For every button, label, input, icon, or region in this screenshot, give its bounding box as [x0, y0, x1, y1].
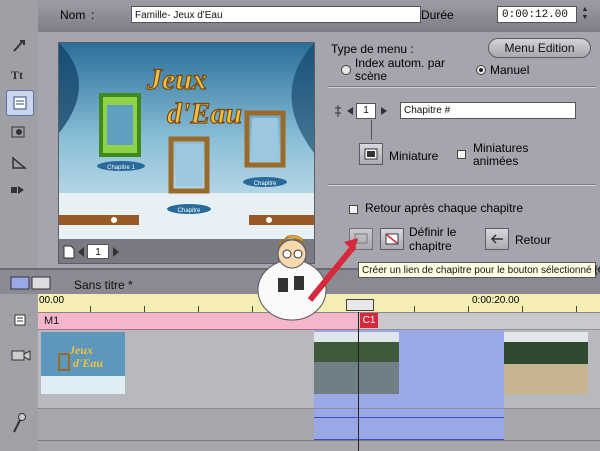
menu-marker-label: M1 — [44, 315, 60, 327]
chapter-button-3[interactable]: Chapitre — [254, 181, 277, 187]
return-label: Retour — [515, 233, 552, 247]
playhead-line — [358, 312, 359, 451]
video-clip-thumbnail-2[interactable] — [504, 332, 588, 394]
audio-track — [38, 409, 600, 451]
animated-thumbnails-label: Miniatures animées — [473, 141, 529, 168]
chapter-button-1[interactable]: Chapitre 1 — [107, 165, 135, 171]
thumbnail-icon — [364, 148, 378, 160]
microphone-icon[interactable] — [10, 412, 28, 434]
menu-thumbnail[interactable]: Jeux d'Eau — [41, 332, 125, 394]
chapter-marker[interactable]: C1 — [360, 313, 378, 328]
preview-title-line2: d'Eau — [167, 97, 242, 130]
thumbnail-label: Miniature — [389, 149, 439, 163]
return-icon — [490, 234, 503, 244]
project-title: Sans titre * — [74, 278, 133, 292]
header-bar: Nom : Famille- Jeux d'Eau Durée 0:00:12.… — [38, 0, 600, 33]
timeline-view-icon[interactable] — [10, 274, 52, 292]
define-chapter-label: Définir le chapitre — [409, 225, 457, 253]
tool-sidebar: Tt — [0, 0, 39, 268]
menu-preview-image: Jeux d'Eau Chapitre 1 Chapitre Chapitre — [59, 43, 314, 239]
return-after-label: Retour après chaque chapitre — [365, 201, 524, 215]
animated-thumbnails-checkbox[interactable] — [457, 150, 466, 159]
video-clip-thumbnail-1[interactable] — [314, 332, 399, 394]
page-icon — [63, 245, 75, 259]
menu-tool-icon[interactable] — [6, 90, 34, 116]
return-button[interactable] — [485, 228, 509, 250]
chapter-number-field[interactable]: 1 — [356, 103, 376, 119]
storyboard-icon[interactable] — [14, 314, 26, 326]
svg-text:Tt: Tt — [11, 68, 23, 82]
audio-clip[interactable] — [314, 409, 504, 440]
page-number-field[interactable]: 1 — [87, 244, 109, 259]
radio-manual[interactable] — [476, 65, 486, 75]
radio-auto-index-label: Index autom. par scène — [355, 56, 446, 83]
radio-auto-index[interactable] — [341, 65, 351, 75]
name-field[interactable]: Famille- Jeux d'Eau — [131, 6, 421, 23]
thumbnail-button[interactable] — [359, 143, 383, 165]
tooltip: Créer un lien de chapitre pour le bouton… — [358, 262, 600, 278]
transitions-tool-icon[interactable] — [6, 150, 32, 174]
video-track: Jeux d'Eau — [38, 330, 600, 408]
prev-chapter-icon[interactable] — [346, 106, 354, 116]
next-chapter-icon[interactable] — [380, 106, 388, 116]
define-chapter-button[interactable] — [380, 228, 404, 250]
menu-type-label: Type de menu : — [331, 42, 414, 56]
camera-icon[interactable] — [10, 346, 32, 364]
duration-label: Durée — [421, 8, 454, 22]
title-tool-icon[interactable] — [6, 34, 32, 58]
svg-text:d'Eau: d'Eau — [73, 356, 103, 370]
radio-manual-label: Manuel — [490, 63, 530, 77]
ruler-start-label: 00.00 — [39, 295, 65, 306]
ruler-mark-label: 0:00:20.00 — [472, 295, 520, 306]
duration-stepper[interactable]: ▲ ▼ — [579, 6, 591, 23]
audio-tool-icon[interactable] — [6, 178, 32, 202]
menu-edition-button[interactable]: Menu Edition — [488, 38, 591, 58]
helper-mascot-illustration — [257, 235, 358, 321]
effects-tool-icon[interactable] — [6, 120, 32, 144]
text-tool-icon[interactable]: Tt — [6, 62, 32, 86]
preview-title-line1: Jeux — [146, 63, 207, 96]
return-after-checkbox[interactable] — [349, 205, 358, 214]
name-label: Nom — [60, 8, 86, 22]
chapter-button-2[interactable]: Chapitre — [178, 208, 201, 214]
next-page-icon[interactable] — [112, 246, 120, 258]
chapter-link-icon — [335, 105, 341, 117]
duration-field[interactable]: 0:00:12.00 — [497, 6, 577, 23]
prev-page-icon[interactable] — [77, 246, 85, 258]
svg-text:Jeux: Jeux — [68, 343, 93, 357]
timeline-track-icons — [0, 294, 39, 451]
chapter-name-field[interactable]: Chapitre # — [400, 102, 576, 119]
define-chapter-icon — [385, 233, 399, 245]
